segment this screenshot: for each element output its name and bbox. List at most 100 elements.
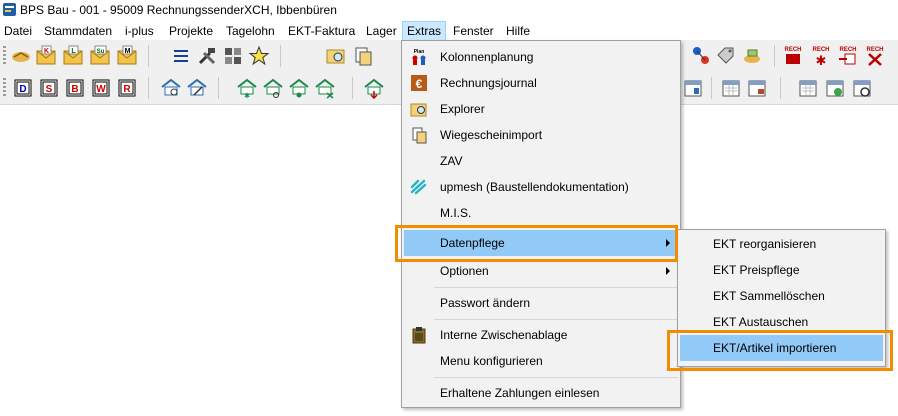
menu-item-label: EKT reorganisieren	[713, 237, 817, 251]
toolbar-separator	[148, 77, 149, 99]
menu-item-kolonnenplanung[interactable]: Plan Kolonnenplanung	[404, 44, 678, 70]
menu-item-passwort[interactable]: Passwort ändern	[404, 290, 678, 316]
svg-text:L: L	[71, 48, 76, 55]
warehouse-edit-icon[interactable]	[186, 77, 208, 99]
menu-fenster[interactable]: Fenster	[453, 23, 494, 39]
menu-item-label: upmesh (Baustellendokumentation)	[440, 180, 629, 194]
submenu-item-ekt-artikel-importieren[interactable]: EKT/Artikel importieren	[680, 335, 883, 361]
menu-stammdaten[interactable]: Stammdaten	[44, 23, 112, 39]
rech-arrow-icon[interactable]: RECH	[837, 45, 859, 67]
menu-tagelohn[interactable]: Tagelohn	[226, 23, 275, 39]
rech-folder-icon[interactable]: RECH	[782, 45, 804, 67]
envelope-k-icon[interactable]: K	[35, 45, 57, 67]
toolbar-separator	[280, 45, 281, 67]
calendar-icon[interactable]	[720, 77, 742, 99]
menu-item-label: EKT Austauschen	[713, 315, 809, 329]
toolbar-grip[interactable]	[3, 46, 6, 66]
document-copy-icon[interactable]	[352, 45, 374, 67]
envelope-su-icon[interactable]: Su	[89, 45, 111, 67]
menu-extras[interactable]: Extras	[402, 21, 447, 41]
menu-separator	[434, 377, 678, 378]
svg-text:RECH: RECH	[866, 47, 883, 53]
warehouse-add-icon[interactable]: ✱	[236, 77, 258, 99]
warehouse-search-green-icon[interactable]	[262, 77, 284, 99]
svg-text:Plan: Plan	[414, 49, 425, 55]
svg-text:B: B	[71, 84, 78, 95]
warehouse-info-icon[interactable]	[288, 77, 310, 99]
toolbar-separator	[218, 77, 219, 99]
warehouse-down-icon[interactable]	[363, 77, 385, 99]
menu-item-label: Erhaltene Zahlungen einlesen	[440, 386, 600, 400]
calendar-settings-icon[interactable]	[851, 77, 873, 99]
envelope-l-icon[interactable]: L	[62, 45, 84, 67]
warehouse-delete-icon[interactable]	[314, 77, 336, 99]
toolbar-separator	[774, 45, 775, 67]
svg-text:RECH: RECH	[784, 47, 801, 53]
calendar-tool-icon[interactable]	[746, 77, 768, 99]
toolbar-separator	[148, 45, 149, 67]
menu-item-menu-konfigurieren[interactable]: Menu konfigurieren	[404, 348, 678, 374]
svg-text:K: K	[44, 48, 49, 55]
folder-search-icon[interactable]	[325, 45, 347, 67]
menu-item-label: ZAV	[440, 154, 463, 168]
clipboard-icon	[410, 326, 428, 344]
submenu-item-ekt-sammelloeschen[interactable]: EKT Sammellöschen	[680, 283, 883, 309]
menu-item-upmesh[interactable]: upmesh (Baustellendokumentation)	[404, 174, 678, 200]
wiegeschein-icon	[410, 126, 428, 144]
title-bar: BPS Bau - 001 - 95009 RechnungssenderXCH…	[0, 0, 898, 20]
menu-item-rechnungsjournal[interactable]: € Rechnungsjournal	[404, 70, 678, 96]
doc-s-icon[interactable]: S	[38, 77, 60, 99]
doc-d-icon[interactable]: D	[12, 77, 34, 99]
menu-lager[interactable]: Lager	[366, 23, 397, 39]
svg-text:€: €	[416, 77, 423, 91]
menu-item-wiegescheinimport[interactable]: Wiegescheinimport	[404, 122, 678, 148]
menu-item-interne-zwischenablage[interactable]: Interne Zwischenablage	[404, 322, 678, 348]
rech-delete-icon[interactable]: RECH	[864, 45, 886, 67]
svg-text:R: R	[123, 84, 131, 95]
menu-item-label: Wiegescheinimport	[440, 128, 543, 142]
menu-ekt-faktura[interactable]: EKT-Faktura	[288, 23, 355, 39]
handshake-icon[interactable]	[10, 45, 32, 67]
calendar-list-icon[interactable]	[797, 77, 819, 99]
svg-text:W: W	[96, 84, 106, 95]
warehouse-search-icon[interactable]	[160, 77, 182, 99]
menu-item-label: Passwort ändern	[440, 296, 531, 310]
submenu-item-ekt-preispflege[interactable]: EKT Preispflege	[680, 257, 883, 283]
grid-icon[interactable]	[222, 45, 244, 67]
rech-star-icon[interactable]: RECH ✱	[810, 45, 832, 67]
menu-i-plus[interactable]: i-plus	[125, 23, 154, 39]
tools-icon[interactable]	[196, 45, 218, 67]
menu-item-label: EKT Sammellöschen	[713, 289, 825, 303]
calendar-edit-icon[interactable]	[682, 77, 704, 99]
menu-item-label: EKT Preispflege	[713, 263, 800, 277]
menu-item-datenpflege[interactable]: Datenpflege	[404, 230, 678, 256]
hand-money-icon[interactable]	[741, 45, 763, 67]
menu-datei[interactable]: Datei	[4, 23, 32, 39]
rechnungsjournal-icon: €	[410, 74, 428, 92]
envelope-m-icon[interactable]: M	[116, 45, 138, 67]
star-icon[interactable]	[248, 45, 270, 67]
menu-projekte[interactable]: Projekte	[169, 23, 213, 39]
network-icon[interactable]	[690, 45, 712, 67]
calendar-check-icon[interactable]	[824, 77, 846, 99]
svg-text:M: M	[125, 48, 131, 55]
menu-item-explorer[interactable]: Explorer	[404, 96, 678, 122]
submenu-item-ekt-austauschen[interactable]: EKT Austauschen	[680, 309, 883, 335]
menu-item-zav[interactable]: ZAV	[404, 148, 678, 174]
menu-item-label: Menu konfigurieren	[440, 354, 543, 368]
menu-item-optionen[interactable]: Optionen	[404, 258, 678, 284]
menu-item-mis[interactable]: M.I.S.	[404, 200, 678, 226]
menu-item-label: EKT/Artikel importieren	[713, 341, 837, 355]
doc-r-icon[interactable]: R	[116, 77, 138, 99]
doc-b-icon[interactable]: B	[64, 77, 86, 99]
svg-text:✱: ✱	[244, 92, 250, 99]
submenu-item-ekt-reorganisieren[interactable]: EKT reorganisieren	[680, 231, 883, 257]
toolbar-grip[interactable]	[3, 78, 6, 98]
tag-icon[interactable]	[715, 45, 737, 67]
toolbar-separator	[352, 77, 353, 99]
list-icon[interactable]	[170, 45, 192, 67]
menu-hilfe[interactable]: Hilfe	[506, 23, 530, 39]
menu-item-zahlungen-einlesen[interactable]: Erhaltene Zahlungen einlesen	[404, 380, 678, 406]
menu-separator	[434, 319, 678, 320]
doc-w-icon[interactable]: W	[90, 77, 112, 99]
